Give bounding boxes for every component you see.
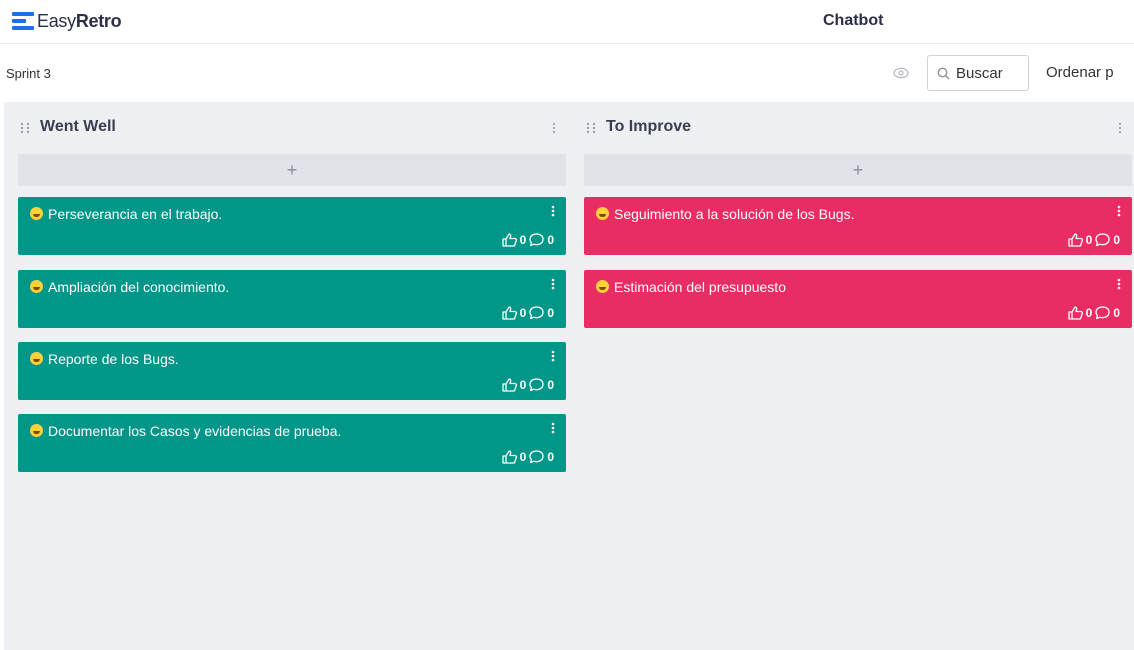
column-went-well: Went Well + Perseverancia en el trabajo.… <box>18 102 566 472</box>
column-title: Went Well <box>40 118 116 135</box>
card-footer: 0 0 <box>1067 232 1122 247</box>
card[interactable]: Documentar los Casos y evidencias de pru… <box>18 414 566 472</box>
comment-count: 0 <box>547 377 554 392</box>
vote-count: 0 <box>1085 232 1093 247</box>
comment-icon[interactable] <box>528 305 545 320</box>
card-text: Reporte de los Bugs. <box>48 351 179 367</box>
comment-icon[interactable] <box>1094 305 1111 320</box>
drag-handle-icon[interactable] <box>20 122 30 134</box>
card-footer: 0 0 <box>501 232 556 247</box>
search-icon <box>937 67 950 79</box>
app-logo[interactable]: EasyRetro <box>12 9 122 33</box>
card-footer: 0 0 <box>501 449 556 464</box>
card-text: Documentar los Casos y evidencias de pru… <box>48 423 342 439</box>
card[interactable]: Perseverancia en el trabajo. 0 0 <box>18 197 566 255</box>
sort-button[interactable]: Ordenar p <box>1046 64 1114 81</box>
more-vertical-icon[interactable] <box>551 422 555 434</box>
drag-handle-icon[interactable] <box>586 122 596 134</box>
more-vertical-icon[interactable] <box>551 205 555 217</box>
emoji-icon <box>30 352 43 365</box>
board: Went Well + Perseverancia en el trabajo.… <box>4 102 1134 650</box>
emoji-icon <box>30 424 43 437</box>
thumbs-up-icon[interactable] <box>501 377 518 392</box>
logo-icon <box>12 12 34 30</box>
emoji-icon <box>596 207 609 220</box>
card-text: Seguimiento a la solución de los Bugs. <box>614 206 855 222</box>
card[interactable]: Estimación del presupuesto 0 0 <box>584 270 1132 328</box>
card[interactable]: Reporte de los Bugs. 0 0 <box>18 342 566 400</box>
emoji-icon <box>596 280 609 293</box>
card-text: Perseverancia en el trabajo. <box>48 206 223 222</box>
card[interactable]: Ampliación del conocimiento. 0 0 <box>18 270 566 328</box>
column-header: To Improve <box>584 102 1132 154</box>
more-vertical-icon[interactable] <box>551 278 555 290</box>
more-vertical-icon[interactable] <box>552 122 556 134</box>
comment-count: 0 <box>1113 232 1120 247</box>
vote-count: 0 <box>519 232 527 247</box>
more-vertical-icon[interactable] <box>1118 122 1122 134</box>
comment-icon[interactable] <box>528 449 545 464</box>
sprint-label: Sprint 3 <box>6 66 51 81</box>
card-footer: 0 0 <box>501 377 556 392</box>
comment-icon[interactable] <box>528 377 545 392</box>
comment-icon[interactable] <box>1094 232 1111 247</box>
thumbs-up-icon[interactable] <box>1067 232 1084 247</box>
column-to-improve: To Improve + Seguimiento a la solución d… <box>584 102 1132 328</box>
card-text: Ampliación del conocimiento. <box>48 279 230 295</box>
comment-icon[interactable] <box>528 232 545 247</box>
more-vertical-icon[interactable] <box>1117 205 1121 217</box>
thumbs-up-icon[interactable] <box>501 305 518 320</box>
vote-count: 0 <box>519 377 527 392</box>
more-vertical-icon[interactable] <box>1117 278 1121 290</box>
column-title: To Improve <box>606 118 692 135</box>
board-title: Chatbot <box>823 12 884 29</box>
emoji-icon <box>30 280 43 293</box>
top-bar: EasyRetro Chatbot <box>0 0 1134 44</box>
thumbs-up-icon[interactable] <box>501 449 518 464</box>
search-field[interactable] <box>927 55 1029 91</box>
vote-count: 0 <box>519 305 527 320</box>
card-text: Estimación del presupuesto <box>614 279 786 295</box>
emoji-icon <box>30 207 43 220</box>
vote-count: 0 <box>519 449 527 464</box>
thumbs-up-icon[interactable] <box>1067 305 1084 320</box>
add-card-button[interactable]: + <box>18 154 566 186</box>
comment-count: 0 <box>547 449 554 464</box>
column-header: Went Well <box>18 102 566 154</box>
search-input[interactable] <box>956 64 1022 82</box>
card-footer: 0 0 <box>501 305 556 320</box>
logo-text: EasyRetro <box>37 10 122 31</box>
thumbs-up-icon[interactable] <box>501 232 518 247</box>
comment-count: 0 <box>1113 305 1120 320</box>
comment-count: 0 <box>547 232 554 247</box>
more-vertical-icon[interactable] <box>551 350 555 362</box>
card-footer: 0 0 <box>1067 305 1122 320</box>
add-card-button[interactable]: + <box>584 154 1132 186</box>
board-toolbar: Sprint 3 Ordenar p <box>0 44 1134 102</box>
eye-icon[interactable] <box>893 67 909 79</box>
vote-count: 0 <box>1085 305 1093 320</box>
card[interactable]: Seguimiento a la solución de los Bugs. 0… <box>584 197 1132 255</box>
comment-count: 0 <box>547 305 554 320</box>
